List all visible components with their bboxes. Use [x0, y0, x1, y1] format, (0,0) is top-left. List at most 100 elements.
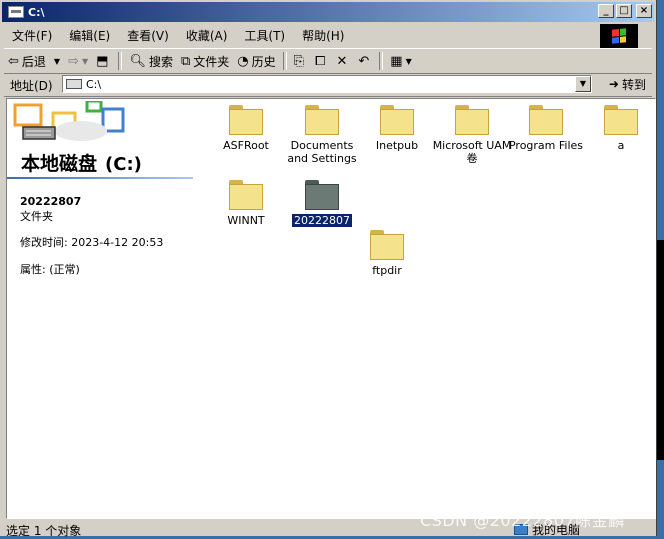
folders-button[interactable]: ⧉ 文件夹	[177, 50, 233, 72]
selected-item-type: 文件夹	[20, 210, 53, 223]
folder-microsoft-uam[interactable]: Microsoft UAM 卷	[430, 105, 514, 165]
drive-banner-graphic	[13, 101, 125, 141]
folder-label: 20222807	[291, 213, 353, 228]
move-to-button[interactable]: ⎘	[290, 50, 311, 72]
menu-favorites[interactable]: 收藏(A)	[178, 27, 237, 44]
toolbar-separator	[118, 52, 123, 70]
folders-label: 文件夹	[193, 54, 230, 69]
search-button[interactable]: 🔍︎ 搜索	[125, 50, 177, 72]
undo-button[interactable]: ↶	[354, 50, 376, 72]
folder-label: Inetpub	[375, 139, 419, 152]
folder-ftpdir[interactable]: ftpdir	[345, 230, 429, 277]
window-title: C:\	[28, 5, 45, 19]
folder-icon	[455, 105, 489, 135]
history-button[interactable]: ◔ 历史	[233, 50, 279, 72]
history-label: 历史	[251, 54, 276, 69]
folder-label: WINNT	[227, 214, 265, 227]
go-button[interactable]: ➜ 转到	[609, 74, 646, 94]
address-input[interactable]: C:\ ▼	[62, 75, 592, 93]
forward-button[interactable]: ⇨ ▼	[64, 50, 92, 72]
toolbar: ⇦ 后退 ▼ ⇨ ▼ ⬒ 🔍︎ 搜索 ⧉ 文件夹 ◔ 历史 ⎘ ⧠ ✕ ↶ ▦ …	[4, 48, 652, 74]
undo-icon: ↶	[358, 53, 370, 69]
views-button[interactable]: ▦ ▼	[386, 50, 415, 72]
menu-help[interactable]: 帮助(H)	[294, 27, 353, 44]
folder-winnt[interactable]: WINNT	[204, 180, 288, 227]
selected-item-name: 20222807	[20, 195, 82, 208]
address-value: C:\	[86, 77, 102, 91]
forward-arrow-icon: ⇨	[68, 53, 79, 69]
go-arrow-icon: ➜	[608, 77, 619, 91]
folder-20222807[interactable]: 20222807	[280, 180, 364, 228]
folder-a[interactable]: a	[579, 105, 655, 152]
address-dropdown-icon[interactable]: ▼	[575, 76, 591, 92]
background-window-edge	[657, 240, 664, 460]
menu-bar: 文件(F) 编辑(E) 查看(V) 收藏(A) 工具(T) 帮助(H)	[4, 25, 608, 45]
search-label: 搜索	[148, 54, 173, 69]
web-view-panel: 本地磁盘 (C:) 20222807 文件夹 修改时间: 2023-4-12 20…	[7, 99, 197, 518]
delete-button[interactable]: ✕	[332, 50, 354, 72]
folder-icon	[529, 105, 563, 135]
folder-icon	[229, 105, 263, 135]
title-underline	[7, 177, 193, 179]
forward-dropdown-icon[interactable]: ▼	[82, 57, 88, 66]
minimize-button[interactable]: _	[598, 4, 614, 18]
selected-item-attributes: 属性: (正常)	[20, 261, 80, 277]
back-dropdown-icon[interactable]: ▼	[54, 57, 60, 66]
folder-icon	[604, 105, 638, 135]
folder-icon	[229, 180, 263, 210]
modified-value: 2023-4-12 20:53	[71, 236, 164, 249]
menu-tools[interactable]: 工具(T)	[236, 27, 294, 44]
up-folder-icon: ⬒	[96, 53, 109, 69]
explorer-window: C:\ _ □ × 文件(F) 编辑(E) 查看(V) 收藏(A) 工具(T) …	[0, 0, 657, 538]
title-bar[interactable]: C:\ _ □ ×	[2, 2, 654, 22]
folder-inetpub[interactable]: Inetpub	[355, 105, 439, 152]
maximize-button[interactable]: □	[616, 4, 632, 18]
folder-label: ftpdir	[372, 264, 402, 277]
move-to-icon: ⎘	[293, 53, 305, 69]
attributes-value: (正常)	[49, 263, 80, 276]
close-button[interactable]: ×	[636, 4, 652, 18]
go-label: 转到	[621, 77, 646, 92]
folder-asfroot[interactable]: ASFRoot	[204, 105, 288, 152]
back-button[interactable]: ⇦ 后退 ▼	[4, 50, 64, 72]
folder-documents-and-settings[interactable]: Documents and Settings	[280, 105, 364, 165]
drive-letter: (C:)	[105, 154, 142, 175]
file-view[interactable]: 本地磁盘 (C:) 20222807 文件夹 修改时间: 2023-4-12 20…	[6, 98, 656, 519]
toolbar-separator	[282, 52, 287, 70]
folder-label: Microsoft UAM 卷	[432, 139, 512, 165]
views-icon: ▦	[390, 53, 403, 69]
folder-label: Documents and Settings	[287, 139, 357, 165]
folder-label: ASFRoot	[223, 139, 269, 152]
menu-file[interactable]: 文件(F)	[4, 27, 61, 44]
status-selection: 选定 1 个对象	[6, 524, 82, 538]
toolbar-separator	[379, 52, 384, 70]
menu-view[interactable]: 查看(V)	[119, 27, 178, 44]
address-label: 地址(D)	[10, 78, 53, 93]
back-label: 后退	[21, 54, 46, 69]
windows-logo-icon	[600, 24, 638, 48]
selected-item-modified: 修改时间: 2023-4-12 20:53	[20, 234, 163, 250]
watermark: CSDN @20222807陈金麟	[420, 511, 625, 530]
folder-icon	[380, 105, 414, 135]
up-button[interactable]: ⬒	[92, 50, 115, 72]
copy-to-button[interactable]: ⧠	[311, 50, 332, 72]
folder-icon	[370, 230, 404, 260]
folder-label: Program Files	[508, 139, 584, 152]
folders-icon: ⧉	[180, 53, 191, 69]
back-arrow-icon: ⇦	[8, 53, 19, 69]
modified-label: 修改时间:	[20, 236, 68, 249]
delete-icon: ✕	[336, 53, 348, 69]
attributes-label: 属性:	[20, 263, 46, 276]
address-bar: 地址(D) C:\ ▼ ➜ 转到	[4, 74, 652, 97]
copy-to-icon: ⧠	[315, 53, 326, 69]
drive-title: 本地磁盘 (C:)	[21, 149, 142, 176]
folder-label: a	[617, 139, 625, 152]
history-icon: ◔	[237, 53, 249, 69]
search-icon: 🔍︎	[129, 53, 146, 69]
drive-icon	[66, 79, 82, 89]
menu-edit[interactable]: 编辑(E)	[61, 27, 119, 44]
views-dropdown-icon[interactable]: ▼	[406, 57, 412, 66]
folder-icon	[305, 180, 339, 210]
folder-program-files[interactable]: Program Files	[504, 105, 588, 152]
folder-icon	[305, 105, 339, 135]
